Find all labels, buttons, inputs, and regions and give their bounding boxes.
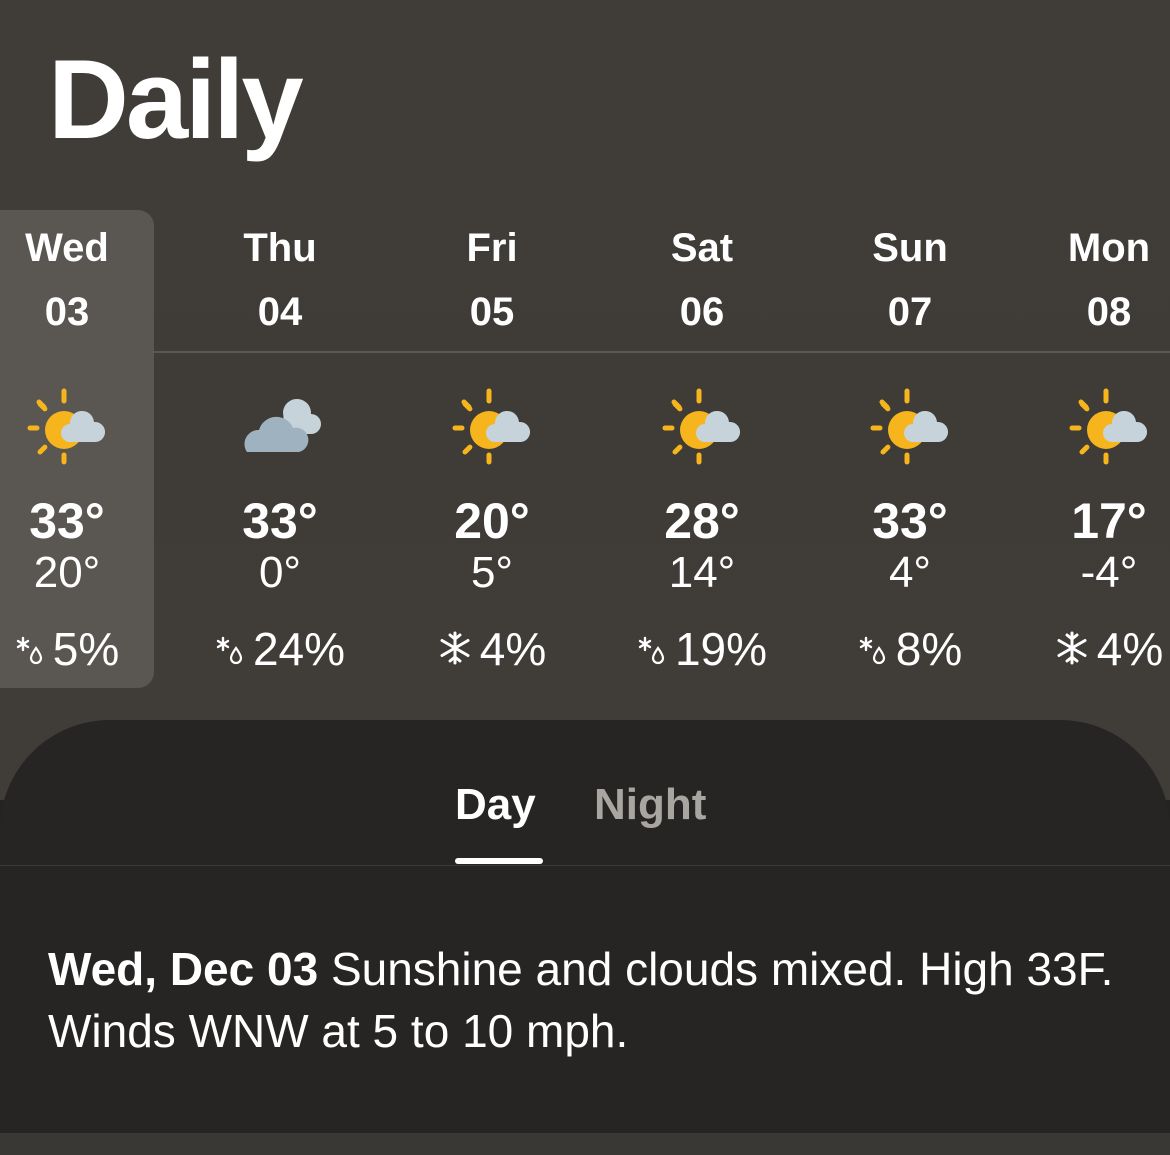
active-tab-indicator — [455, 858, 543, 864]
precip-value: 19% — [674, 623, 768, 675]
day-night-tabs: Day Night — [0, 720, 1170, 866]
day-date: 07 — [887, 290, 933, 334]
low-temp: 4° — [888, 548, 932, 597]
low-temp: 0° — [258, 548, 302, 597]
partly-sunny-icon — [449, 388, 535, 474]
day-column-wed[interactable]: Wed 03 33° 20° 5% — [0, 0, 167, 700]
day-column-mon[interactable]: Mon 08 17° -4° 4% — [1009, 0, 1170, 700]
day-name: Sat — [670, 226, 734, 270]
cloudy-icon — [237, 388, 323, 474]
low-temp: 5° — [470, 548, 514, 597]
precip-value: 5% — [52, 623, 120, 675]
day-name: Mon — [1067, 226, 1151, 270]
bottom-edge — [0, 1133, 1170, 1155]
precip-chance: 24% — [180, 622, 380, 680]
high-temp: 33° — [872, 493, 948, 549]
high-temp: 17° — [1071, 493, 1147, 549]
precip-value: 24% — [252, 623, 346, 675]
day-date: 08 — [1086, 290, 1132, 334]
detail-sheet: Day Night Wed, Dec 03 Sunshine and cloud… — [0, 720, 1170, 1140]
high-temp: 33° — [29, 493, 105, 549]
day-date: 06 — [679, 290, 725, 334]
forecast-summary: Wed, Dec 03 Sunshine and clouds mixed. H… — [48, 938, 1128, 1062]
precip-chance: 19% — [602, 622, 802, 680]
tab-day[interactable]: Day — [455, 780, 536, 830]
high-temp: 28° — [664, 493, 740, 549]
day-date: 05 — [469, 290, 515, 334]
snow-rain-icon — [858, 622, 888, 676]
precip-value: 4% — [1096, 623, 1164, 675]
forecast-header-area: Daily Wed 03 33° 20° 5% Thu 04 33° 0° 24% Fri 0… — [0, 0, 1170, 800]
day-column-sat[interactable]: Sat 06 28° 14° 19% — [602, 0, 802, 700]
partly-sunny-icon — [867, 388, 953, 474]
day-name: Sun — [872, 226, 948, 270]
day-column-fri[interactable]: Fri 05 20° 5° 4% — [392, 0, 592, 700]
snow-rain-icon — [215, 622, 245, 676]
tab-night[interactable]: Night — [594, 780, 706, 830]
low-temp: -4° — [1080, 548, 1138, 597]
snow-rain-icon — [15, 622, 45, 676]
day-column-thu[interactable]: Thu 04 33° 0° 24% — [180, 0, 380, 700]
low-temp: 14° — [668, 548, 736, 597]
tabs-divider — [0, 865, 1170, 866]
day-name: Wed — [25, 226, 109, 270]
snow-rain-icon — [637, 622, 667, 676]
day-name: Fri — [466, 226, 518, 270]
precip-chance: 5% — [0, 622, 167, 680]
snowflake-icon — [1055, 622, 1089, 676]
precip-chance: 4% — [1009, 622, 1170, 680]
day-date: 03 — [44, 290, 90, 334]
day-date: 04 — [257, 290, 303, 334]
snowflake-icon — [438, 622, 472, 676]
high-temp: 33° — [242, 493, 318, 549]
partly-sunny-icon — [659, 388, 745, 474]
low-temp: 20° — [33, 548, 101, 597]
high-temp: 20° — [454, 493, 530, 549]
partly-sunny-icon — [1066, 388, 1152, 474]
precip-value: 8% — [895, 623, 963, 675]
day-column-sun[interactable]: Sun 07 33° 4° 8% — [810, 0, 1010, 700]
daily-forecast-screen: Daily Wed 03 33° 20° 5% Thu 04 33° 0° 24% Fri 0… — [0, 0, 1170, 1155]
summary-date: Wed, Dec 03 — [48, 943, 319, 995]
precip-chance: 8% — [810, 622, 1010, 680]
precip-chance: 4% — [392, 622, 592, 680]
day-name: Thu — [243, 226, 317, 270]
precip-value: 4% — [479, 623, 547, 675]
partly-sunny-icon — [24, 388, 110, 474]
